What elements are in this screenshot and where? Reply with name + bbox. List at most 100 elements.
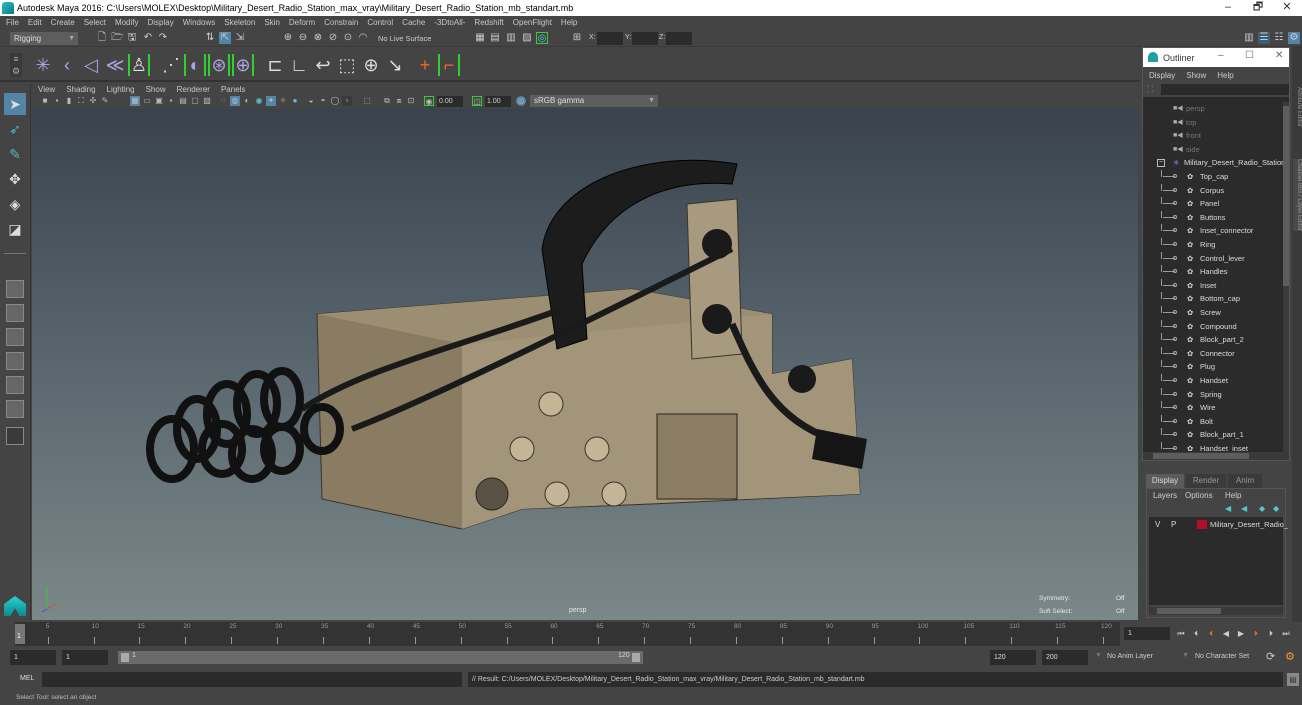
outliner-item[interactable]: ✿ Control_lever [1143,251,1283,266]
color-space-dropdown[interactable]: sRGB gamma ▼ [530,95,658,107]
outliner-item[interactable]: ✿ Top_cap [1143,170,1283,184]
outliner-maximize-button[interactable]: ☐ [1245,50,1254,61]
outliner-menu-display[interactable]: Display [1149,71,1175,80]
outliner-item[interactable]: ✿ Inset [1143,278,1283,293]
outliner-menu-show[interactable]: Show [1186,71,1206,80]
safe-title-icon[interactable]: ▧ [202,96,212,106]
layer-horizontal-scrollbar[interactable] [1149,607,1283,615]
anim-layer-dropdown[interactable]: No Anim Layer [1107,653,1153,660]
gamma-icon[interactable]: ◫ [472,96,482,106]
render-view-icon[interactable]: ▦ [474,32,486,44]
viewport-menu-view[interactable]: View [38,85,55,94]
point-constraint-icon[interactable]: ∟ [288,54,310,76]
layer-tab-display[interactable]: Display [1146,474,1184,488]
scale-tool-icon[interactable]: ◪ [4,218,26,240]
new-scene-icon[interactable]: 🗋 [96,32,108,44]
image-plane-icon[interactable]: ⛶ [76,96,86,106]
new-layer-selected-icon[interactable]: ◆ [1273,504,1279,513]
xray-icon[interactable]: ⬚ [362,96,372,106]
outliner-item[interactable]: ✿ Panel [1143,197,1283,211]
3d-viewport[interactable]: persp Symmetry: Off Soft Select: Off [32,109,1138,620]
layer-tab-render[interactable]: Render [1186,474,1226,488]
menu-skeleton[interactable]: Skeleton [224,18,255,27]
color-management-icon[interactable]: ◎ [516,96,526,106]
save-scene-icon[interactable]: 🖫 [126,32,138,44]
snap-projected-icon[interactable]: ⊘ [327,32,339,44]
outliner-item[interactable]: ✿ Block_part_2 [1143,333,1283,347]
motion-blur-icon[interactable]: ◒ [306,96,316,106]
character-set-dropdown[interactable]: No Character Set [1195,653,1249,660]
shadows-icon[interactable]: ✧ [278,96,288,106]
outliner-item[interactable]: ✿ Block_part_1 [1143,428,1283,442]
outliner-item-camera[interactable]: ■◀ persp [1143,102,1283,116]
hypershade-icon[interactable]: ◎ [536,32,548,44]
transform-input-icon[interactable]: ⊞ [571,32,583,44]
menu-constrain[interactable]: Constrain [324,18,358,27]
xray-components-icon[interactable]: ⧈ [394,96,404,106]
wireframe-on-shaded-icon[interactable]: ◐ [242,96,252,106]
menu-display[interactable]: Display [148,18,174,27]
exposure-field[interactable]: 0.00 [437,96,463,107]
redo-icon[interactable]: ↷ [157,32,169,44]
four-pane-layout-icon[interactable] [6,304,24,322]
start-time-field[interactable]: 1 [10,650,56,665]
viewport-menu-show[interactable]: Show [146,85,166,94]
persp-graph-layout-icon[interactable] [6,400,24,418]
select-camera-icon[interactable]: ■ [40,96,50,106]
menu-modify[interactable]: Modify [115,18,139,27]
parent-constraint-icon[interactable]: ⊏ [264,54,286,76]
command-input[interactable] [42,672,462,687]
animation-preferences-icon[interactable]: ⚙ [1285,650,1295,663]
step-back-key-icon[interactable]: ⏴ [1191,629,1201,639]
outliner-item[interactable]: ✿ Screw [1143,306,1283,320]
step-forward-key-icon[interactable]: ⏵ [1266,629,1276,639]
depth-of-field-icon[interactable]: ◯ [330,96,340,106]
outliner-item-camera[interactable]: ■◀ top [1143,116,1283,130]
modeling-toolkit-icon[interactable]: ▥ [1243,32,1255,44]
select-tool-icon[interactable]: ➤ [4,93,26,115]
smooth-bind-icon[interactable]: ◐ [184,54,206,76]
undo-icon[interactable]: ↶ [142,32,154,44]
viewport-menu-lighting[interactable]: Lighting [107,85,135,94]
outliner-item[interactable]: ✿ Bolt [1143,414,1283,429]
menu-edit[interactable]: Edit [28,18,42,27]
auto-key-icon[interactable]: ⟳ [1266,650,1275,663]
outliner-item[interactable]: ✿ Spring [1143,387,1283,402]
menuset-dropdown[interactable]: Rigging ▼ [10,32,78,45]
custom-layout-icon[interactable] [6,427,24,445]
cluster-icon[interactable]: ⌐ [438,54,460,76]
gate-mask-icon[interactable]: ▪ [166,96,176,106]
rotate-tool-icon[interactable]: ◈ [4,193,26,215]
grid-icon[interactable]: ▦ [130,96,140,106]
outliner-item[interactable]: ✿ Wire [1143,401,1283,415]
end-time-field[interactable]: 200 [1042,650,1088,665]
single-pane-layout-icon[interactable] [6,280,24,298]
current-time-marker[interactable]: 1 [15,624,25,644]
outliner-item[interactable]: ✿ Handset [1143,374,1283,388]
outliner-item[interactable]: ✿ Handles [1143,265,1283,279]
isolate-select-icon[interactable]: ▫ [342,96,352,106]
script-editor-icon[interactable]: ▤ [1287,673,1299,686]
menu-3dtoall[interactable]: -3DtoAll- [434,18,465,27]
2d-pan-zoom-icon[interactable]: ✣ [88,96,98,106]
interactive-bind-icon[interactable]: ⊛ [208,54,230,76]
layer-name[interactable]: Military_Desert_Radio_ [1210,520,1288,529]
go-to-end-icon[interactable]: ⏭ [1281,629,1291,639]
shelf-options-icon[interactable]: ≡ ⚙ [10,53,22,77]
orient-constraint-icon[interactable]: ↩ [312,54,334,76]
playback-start-field[interactable]: 1 [62,650,108,665]
range-end-handle[interactable] [632,653,640,662]
locator-icon[interactable]: + [414,54,436,76]
paint-weights-icon[interactable]: ⊕ [232,54,254,76]
layer-row[interactable]: V P Military_Desert_Radio_ [1149,519,1288,531]
move-layer-down-icon[interactable]: ◀ [1241,504,1247,513]
x-field[interactable] [597,32,623,45]
move-tool-icon[interactable]: ✥ [4,168,26,190]
outliner-search-input[interactable] [1161,84,1289,95]
z-field[interactable] [666,32,692,45]
layer-menu-help[interactable]: Help [1225,491,1241,500]
outliner-persp-layout-icon[interactable] [6,376,24,394]
menu-deform[interactable]: Deform [289,18,315,27]
snap-grid-icon[interactable]: ⊕ [282,32,294,44]
film-gate-icon[interactable]: ▭ [142,96,152,106]
